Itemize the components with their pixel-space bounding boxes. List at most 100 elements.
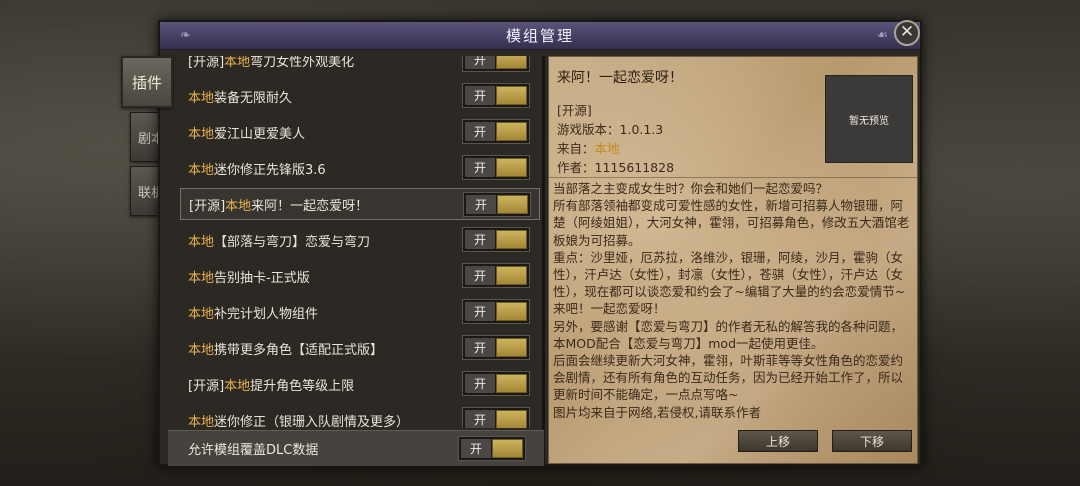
mod-row[interactable]: [开源] 本地 弯刀女性外观美化 开 — [180, 56, 540, 76]
mod-row[interactable]: 本地 【部落与弯刀】恋爱与弯刀 开 — [180, 224, 540, 256]
mod-row[interactable]: 本地 迷你修正先锋版3.6 开 — [180, 152, 540, 184]
mod-row[interactable]: 本地 告别抽卡-正式版 开 — [180, 260, 540, 292]
author-value: 1115611828 — [594, 160, 675, 175]
toggle-knob — [496, 86, 527, 105]
toggle-label: 开 — [465, 56, 495, 69]
version-value: 1.0.1.3 — [619, 122, 664, 137]
mod-row[interactable]: [开源] 本地 来阿！一起恋爱呀！ 开 — [180, 188, 540, 220]
move-down-button[interactable]: 下移 — [832, 430, 912, 452]
window-title: 模组管理 — [505, 27, 574, 45]
mod-name: 弯刀女性外观美化 — [250, 56, 355, 70]
mod-toggle[interactable]: 开 — [462, 335, 530, 360]
mod-prefix: [开源] — [188, 378, 225, 394]
description-paragraph: 图片均来自于网络,若侵权,请联系作者 — [553, 404, 761, 420]
preview-image: 暂无预览 — [825, 75, 913, 163]
mod-name: 迷你修正（银珊入队剧情及更多） — [214, 414, 410, 429]
toggle-knob — [496, 230, 527, 249]
close-button[interactable]: ✕ — [894, 20, 920, 46]
mod-list[interactable]: [开源] 本地 弯刀女性外观美化开本地 装备无限耐久开本地 爱江山更爱美人开本地 迷你修正… — [168, 56, 542, 428]
version-label: 游戏版本： — [557, 122, 620, 137]
toggle-label: 开 — [465, 266, 495, 285]
toggle-label: 开 — [461, 439, 491, 458]
mod-source: 本地 — [225, 198, 252, 214]
detail-divider — [549, 177, 917, 178]
mod-name: 携带更多角色【适配正式版】 — [214, 342, 384, 358]
detail-tag: [开源] — [557, 103, 592, 118]
toggle-knob — [496, 374, 527, 393]
mod-toggle[interactable]: 开 — [462, 263, 530, 288]
dlc-override-label: 允许模组覆盖DLC数据 — [188, 443, 319, 458]
mod-row[interactable]: 本地 爱江山更爱美人 开 — [180, 116, 540, 148]
from-label: 来自： — [557, 141, 595, 156]
mod-toggle[interactable]: 开 — [462, 83, 530, 108]
mod-toggle[interactable]: 开 — [462, 119, 530, 144]
toggle-label: 开 — [465, 158, 495, 177]
description-paragraph: 另外，要感谢【恋爱与弯刀】的作者无私的解答我的各种问题，本MOD配合【恋爱与弯刀… — [553, 318, 904, 351]
author-label: 作者： — [557, 160, 595, 175]
toggle-label: 开 — [465, 86, 495, 105]
toggle-label: 开 — [466, 195, 496, 214]
mod-name: 爱江山更爱美人 — [214, 126, 306, 142]
mod-source: 本地 — [224, 56, 251, 70]
move-up-button[interactable]: 上移 — [738, 430, 818, 452]
toggle-knob — [496, 410, 527, 428]
toggle-knob — [496, 158, 527, 177]
mod-description[interactable]: 当部落之主变成女生时？你会和她们一起恋爱吗？ 所有部落领袖都变成可爱性感的女性，… — [553, 180, 915, 428]
toggle-knob — [497, 195, 528, 214]
mod-detail-panel: 来阿！一起恋爱呀！ [开源] 游戏版本：1.0.1.3 来自：本地 作者：111… — [548, 56, 918, 464]
mod-toggle[interactable]: 开 — [462, 299, 530, 324]
title-ornament-left: ❧ — [180, 28, 193, 43]
mod-row[interactable]: 本地 装备无限耐久 开 — [180, 80, 540, 112]
detail-title: 来阿！一起恋爱呀！ — [557, 70, 683, 86]
mod-toggle[interactable]: 开 — [462, 371, 530, 396]
mod-name: 补完计划人物组件 — [214, 306, 319, 322]
mod-toggle[interactable]: 开 — [462, 407, 530, 428]
mod-prefix: [开源] — [189, 198, 226, 214]
toggle-knob — [496, 266, 527, 285]
toggle-knob — [496, 338, 527, 357]
description-paragraph: 所有部落领袖都变成可爱性感的女性，新增可招募人物银珊，阿楚（阿绫姐姐），大河女神… — [553, 198, 910, 248]
mod-source: 本地 — [224, 378, 251, 394]
mod-source: 本地 — [188, 270, 215, 286]
mod-name: 装备无限耐久 — [214, 90, 293, 106]
mod-row[interactable]: 本地 携带更多角色【适配正式版】 开 — [180, 332, 540, 364]
toggle-label: 开 — [465, 338, 495, 357]
mod-name: 来阿！一起恋爱呀！ — [251, 198, 369, 214]
description-paragraph: 后面会继续更新大河女神，霍翎，叶斯菲等等女性角色的恋爱约会剧情，还有所有角色的互… — [553, 353, 904, 403]
mod-prefix: [开源] — [188, 56, 225, 70]
tab-plugins[interactable]: 插件 — [121, 56, 173, 108]
toggle-label: 开 — [465, 230, 495, 249]
mod-toggle[interactable]: 开 — [462, 227, 530, 252]
toggle-knob — [496, 302, 527, 321]
toggle-knob — [496, 56, 527, 69]
from-value: 本地 — [594, 141, 620, 156]
dlc-override-toggle[interactable]: 开 — [458, 436, 526, 461]
detail-meta: [开源] 游戏版本：1.0.1.3 来自：本地 作者：1115611828 — [557, 101, 674, 177]
title-ornament-right: ☙ — [876, 28, 890, 43]
mod-toggle[interactable]: 开 — [462, 56, 530, 72]
detail-from-line: 来自：本地 — [557, 139, 674, 158]
detail-author-line: 作者：1115611828 — [557, 158, 674, 177]
mod-source: 本地 — [188, 234, 215, 250]
mod-name: 迷你修正先锋版3.6 — [214, 162, 326, 178]
mod-name: 提升角色等级上限 — [250, 378, 355, 394]
detail-version-line: 游戏版本：1.0.1.3 — [557, 120, 674, 139]
mod-source: 本地 — [188, 90, 215, 106]
mod-row[interactable]: 本地 补完计划人物组件 开 — [180, 296, 540, 328]
dlc-override-row: 允许模组覆盖DLC数据 开 — [168, 430, 544, 466]
mod-toggle[interactable]: 开 — [463, 192, 531, 217]
mod-name: 告别抽卡-正式版 — [214, 270, 310, 286]
mod-manager-window: ❧ 模组管理 ☙ [开源] 本地 弯刀女性外观美化开本地 装备无限耐久开本地 爱江山更爱… — [158, 20, 922, 466]
mod-toggle[interactable]: 开 — [462, 155, 530, 180]
mod-row[interactable]: 本地 迷你修正（银珊入队剧情及更多） 开 — [180, 404, 540, 428]
toggle-label: 开 — [465, 410, 495, 428]
mod-name: 【部落与弯刀】恋爱与弯刀 — [214, 234, 371, 250]
mod-source: 本地 — [188, 414, 215, 429]
toggle-knob — [492, 439, 523, 458]
toggle-knob — [496, 122, 527, 141]
description-paragraph: 重点：沙里娅，厄苏拉，洛维沙，银珊，阿绫，沙月，霍驹（女性），汗卢达（女性），封… — [553, 249, 906, 317]
mod-source: 本地 — [188, 342, 215, 358]
close-icon: ✕ — [899, 22, 915, 42]
mod-source: 本地 — [188, 126, 215, 142]
mod-row[interactable]: [开源] 本地 提升角色等级上限 开 — [180, 368, 540, 400]
